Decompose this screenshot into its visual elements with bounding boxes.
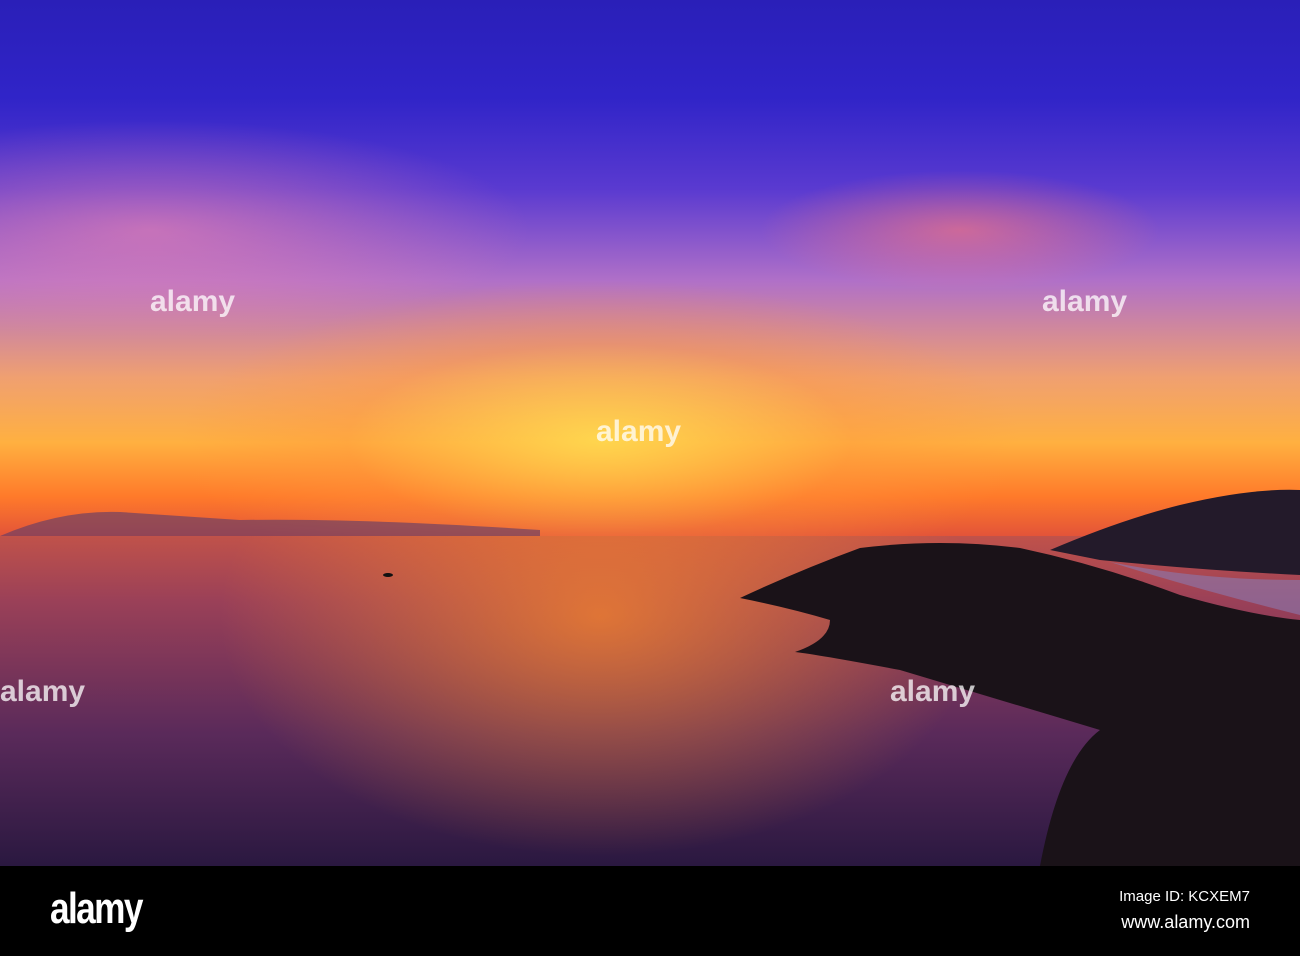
watermark: alamy	[0, 675, 86, 708]
alamy-logo: alamy	[50, 884, 143, 933]
footer-bar: alamy Image ID: KCXEM7 www.alamy.com	[0, 866, 1300, 956]
image-id: Image ID: KCXEM7	[1119, 888, 1250, 905]
watermark: alamy	[890, 675, 976, 708]
website-link: www.alamy.com	[1121, 912, 1250, 932]
watermark: alamy	[596, 415, 682, 448]
sunset-seascape-photo: alamy alamy alamy alamy alamy	[0, 0, 1300, 866]
watermark: alamy	[150, 285, 236, 318]
watermark: alamy	[1042, 285, 1128, 318]
